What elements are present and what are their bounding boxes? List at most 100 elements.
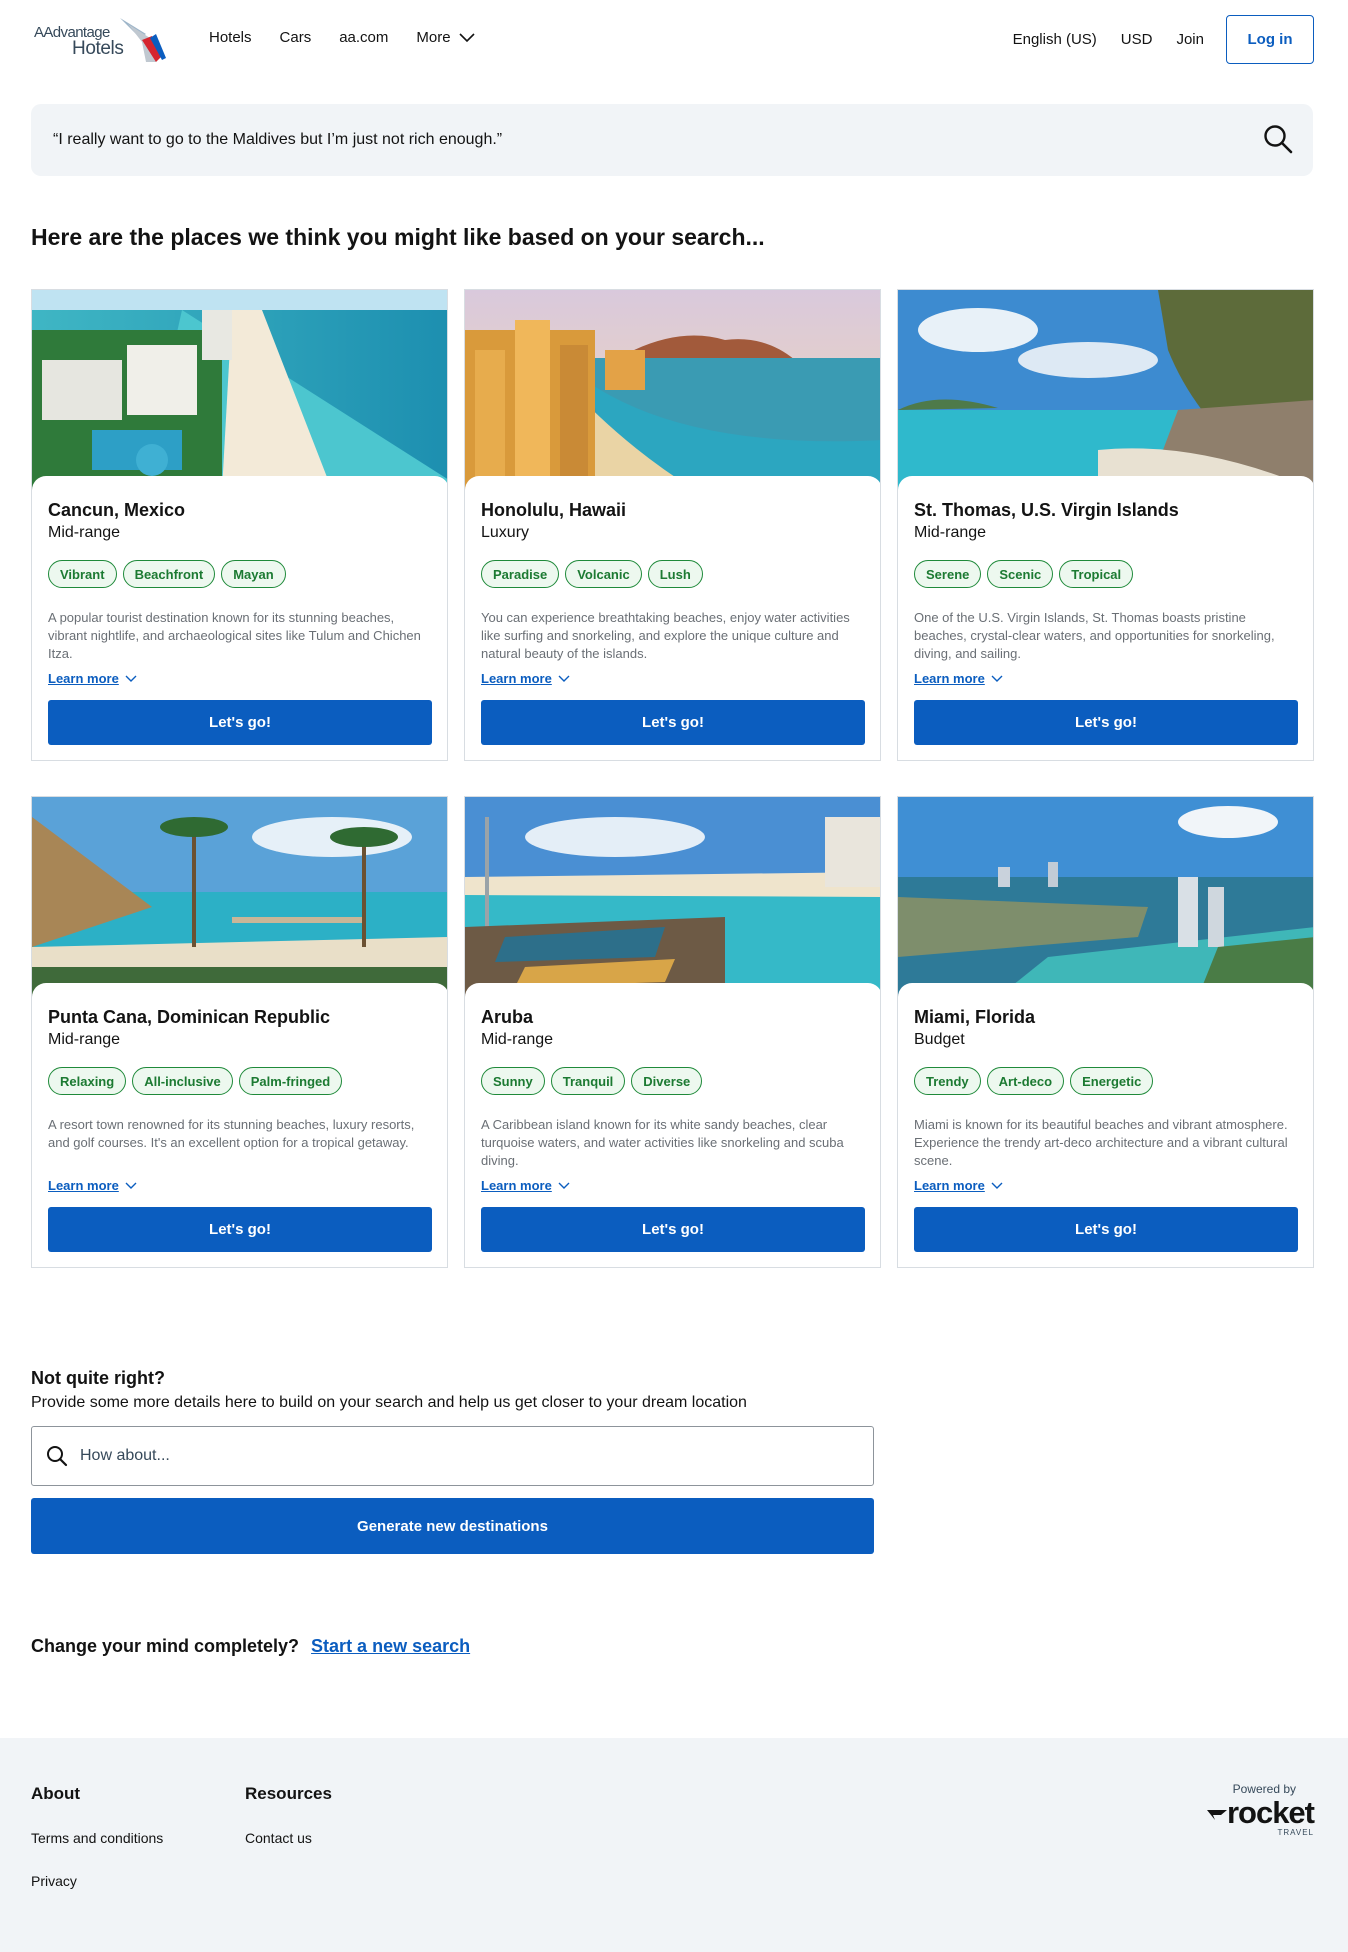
destination-title: Miami, Florida: [914, 1007, 1036, 1027]
destination-title: Punta Cana, Dominican Republic: [48, 1007, 331, 1027]
destination-card: Miami, Florida Budget Trendy Art-deco En…: [897, 796, 1314, 1268]
card-body: Cancun, Mexico Mid-range Vibrant Beachfr…: [32, 476, 447, 760]
learn-more-link[interactable]: Learn more: [914, 1178, 1003, 1193]
destination-image: [32, 290, 447, 490]
learn-more-link[interactable]: Learn more: [481, 671, 570, 686]
rocket-brand: rocket: [1226, 1795, 1315, 1830]
nav-cars[interactable]: Cars: [280, 29, 312, 46]
learn-more-link[interactable]: Learn more: [48, 671, 137, 686]
new-search-text: Change your mind completely?: [31, 1636, 300, 1656]
refine-search-input[interactable]: [80, 1437, 860, 1475]
nav-hotels[interactable]: Hotels: [209, 29, 252, 46]
destination-title: St. Thomas, U.S. Virgin Islands: [914, 500, 1179, 520]
card-body: Aruba Mid-range Sunny Tranquil Diverse A…: [465, 983, 880, 1267]
price-range: Mid-range: [914, 524, 987, 541]
tag-list: Serene Scenic Tropical: [914, 560, 1134, 588]
tag: Sunny: [481, 1067, 545, 1095]
tag: Art-deco: [986, 1067, 1065, 1095]
tag: Palm-fringed: [238, 1067, 343, 1095]
new-search-prompt: Change your mind completely? Start a new…: [31, 1636, 470, 1657]
tag-list: Sunny Tranquil Diverse: [481, 1067, 703, 1095]
destination-card: Honolulu, Hawaii Luxury Paradise Volcani…: [464, 289, 881, 761]
learn-more-link[interactable]: Learn more: [481, 1178, 570, 1193]
footer-resources-title: Resources: [245, 1784, 332, 1803]
chevron-down-icon: [558, 1182, 570, 1189]
nav-aa-com[interactable]: aa.com: [339, 29, 388, 46]
learn-more-link[interactable]: Learn more: [914, 671, 1003, 686]
currency-selector[interactable]: USD: [1121, 31, 1153, 48]
lets-go-button[interactable]: Let's go!: [481, 1207, 865, 1252]
generate-destinations-button[interactable]: Generate new destinations: [31, 1498, 874, 1554]
chevron-down-icon: [125, 675, 137, 682]
price-range: Luxury: [481, 524, 530, 541]
search-icon[interactable]: [1263, 124, 1293, 154]
tag: Trendy: [914, 1067, 981, 1095]
lets-go-button[interactable]: Let's go!: [914, 700, 1298, 745]
destination-description: A popular tourist destination known for …: [48, 610, 421, 661]
chevron-down-icon: [558, 675, 570, 682]
powered-by-rocket: Powered by rocket TRAVEL: [1206, 1782, 1315, 1837]
login-button[interactable]: Log in: [1226, 15, 1314, 64]
destination-description: Miami is known for its beautiful beaches…: [914, 1117, 1288, 1168]
destination-title: Cancun, Mexico: [48, 500, 186, 520]
price-range: Budget: [914, 1031, 965, 1048]
tag: Paradise: [481, 560, 560, 588]
terms-link[interactable]: Terms and conditions: [31, 1830, 163, 1846]
destination-description: A Caribbean island known for its white s…: [481, 1117, 844, 1168]
footer-about-title: About: [31, 1784, 81, 1803]
destination-image: [465, 797, 880, 997]
destination-title: Honolulu, Hawaii: [481, 500, 627, 520]
lets-go-button[interactable]: Let's go!: [48, 1207, 432, 1252]
chevron-down-icon: [991, 1182, 1003, 1189]
tag: Mayan: [221, 560, 286, 588]
learn-more-label: Learn more: [481, 671, 552, 686]
nav-more-dropdown[interactable]: More: [416, 29, 475, 46]
rocket-swoosh-icon: [1206, 1809, 1227, 1820]
learn-more-label: Learn more: [914, 671, 985, 686]
tag: Relaxing: [48, 1067, 127, 1095]
privacy-link[interactable]: Privacy: [31, 1873, 163, 1889]
rocket-logo: rocket: [1206, 1795, 1315, 1830]
tag-list: Vibrant Beachfront Mayan: [48, 560, 286, 588]
tag-list: Paradise Volcanic Lush: [481, 560, 703, 588]
destination-title: Aruba: [481, 1007, 534, 1027]
nav-more-label: More: [416, 29, 451, 46]
footer-about: About Terms and conditions Privacy: [31, 1784, 163, 1916]
join-link[interactable]: Join: [1176, 31, 1204, 48]
tag-list: Relaxing All-inclusive Palm-fringed: [48, 1067, 343, 1095]
learn-more-link[interactable]: Learn more: [48, 1178, 137, 1193]
learn-more-label: Learn more: [914, 1178, 985, 1193]
tag: Energetic: [1070, 1067, 1154, 1095]
price-range: Mid-range: [48, 524, 121, 541]
destination-description: You can experience breathtaking beaches,…: [481, 610, 850, 661]
search-query: “I really want to go to the Maldives but…: [53, 131, 503, 148]
learn-more-label: Learn more: [48, 671, 119, 686]
search-icon: [47, 1446, 68, 1467]
footer-resources: Resources Contact us: [245, 1784, 332, 1873]
search-bar[interactable]: “I really want to go to the Maldives but…: [31, 104, 1313, 176]
header: AAdvantage Hotels Hotels Cars aa.com Mor…: [0, 0, 1348, 78]
learn-more-label: Learn more: [481, 1178, 552, 1193]
chevron-down-icon: [125, 1182, 137, 1189]
language-selector[interactable]: English (US): [1013, 31, 1097, 48]
start-new-search-link[interactable]: Start a new search: [311, 1636, 470, 1657]
tag: All-inclusive: [132, 1067, 233, 1095]
destination-description: A resort town renowned for its stunning …: [48, 1117, 415, 1150]
destination-card: Cancun, Mexico Mid-range Vibrant Beachfr…: [31, 289, 448, 761]
destination-image: [32, 797, 447, 997]
lets-go-button[interactable]: Let's go!: [48, 700, 432, 745]
aadvantage-hotels-logo[interactable]: AAdvantage Hotels: [32, 16, 172, 64]
main-nav: Hotels Cars aa.com More: [209, 29, 503, 46]
card-body: Miami, Florida Budget Trendy Art-deco En…: [898, 983, 1313, 1267]
refine-search-field[interactable]: [31, 1426, 874, 1486]
tag-list: Trendy Art-deco Energetic: [914, 1067, 1154, 1095]
contact-us-link[interactable]: Contact us: [245, 1830, 332, 1846]
tag: Scenic: [987, 560, 1054, 588]
lets-go-button[interactable]: Let's go!: [481, 700, 865, 745]
card-body: Honolulu, Hawaii Luxury Paradise Volcani…: [465, 476, 880, 760]
card-body: St. Thomas, U.S. Virgin Islands Mid-rang…: [898, 476, 1313, 760]
results-heading: Here are the places we think you might l…: [31, 224, 765, 250]
tag: Vibrant: [48, 560, 117, 588]
lets-go-button[interactable]: Let's go!: [914, 1207, 1298, 1252]
destination-image: [465, 290, 880, 490]
